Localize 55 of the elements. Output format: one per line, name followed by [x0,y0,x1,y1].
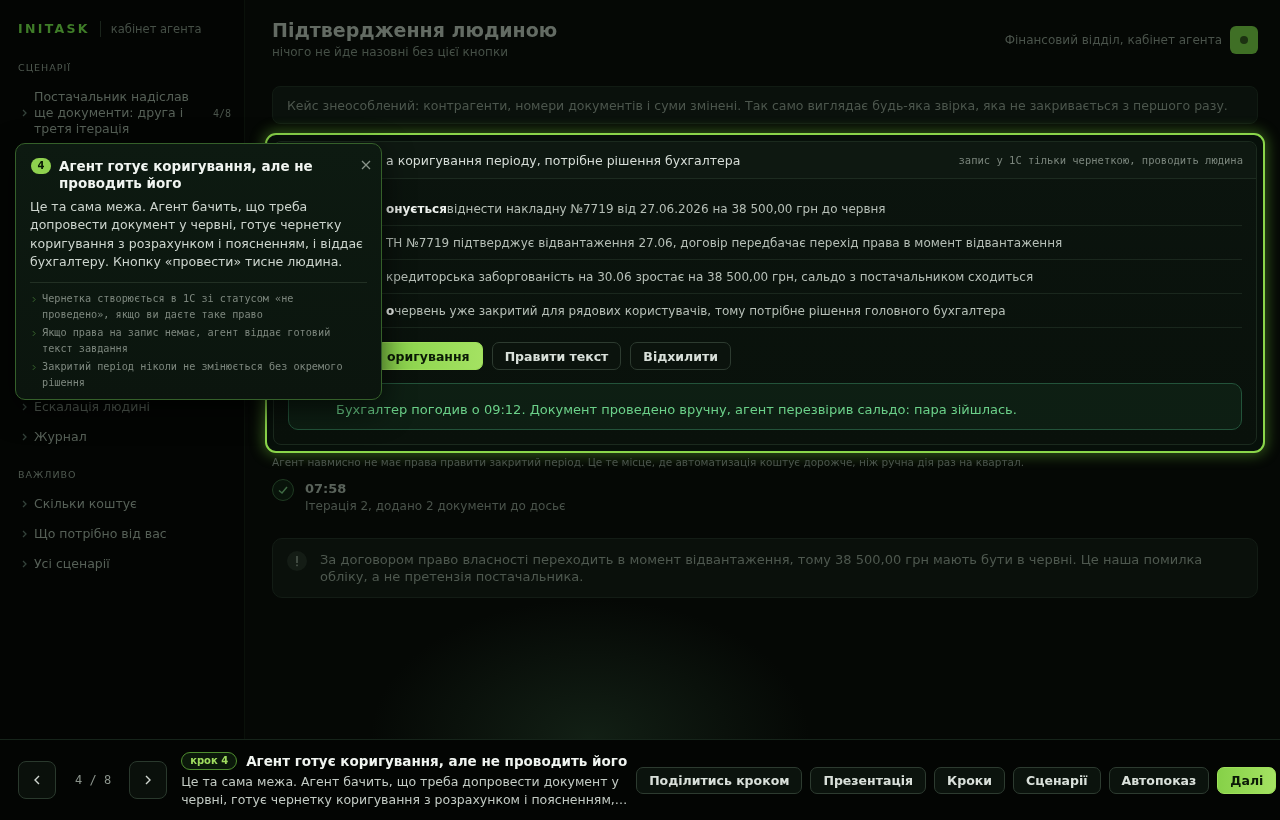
popup-point: Якщо права на запис немає, агент віддає готовий текст завдання [42,326,332,356]
tour-button[interactable]: Сценарії [1013,766,1101,794]
chevron-icon [32,364,36,372]
info-banner: Кейс знеособлений: контрагенти, номери документів і суми змінені. Так само виглядає будь-яка звірка, яка не закривається з першого разу. [272,86,1258,124]
logo: INITASK [18,20,90,38]
event-text: Ітерація 2, додано 2 документи до досьє [305,498,566,515]
result-message: Бухгалтер погодив о 09:12. Документ проведено вручну, агент перезвірив сальдо: пара зійшлась. [288,383,1242,430]
chevron-icon [22,530,27,538]
chevron-icon [22,560,27,568]
chevron-icon [22,500,27,508]
step-counter: 4 / 8 [75,773,112,787]
item-count: 4/8 [213,107,232,119]
popup-title: Агент готує коригування, але не проводить його [59,158,314,192]
step-badge: 4 [31,158,51,174]
popup-point: Чернетка створюється в 1С зі статусом «не проведено», якщо ви даєте таке право [42,292,295,322]
close-button[interactable] [361,160,372,171]
check-icon [272,479,294,501]
step-description: Це та сама межа. Агент бачить, що треба допровести документ у червні, готує чернетку коригування з розрахунком і поясненням,… [181,772,629,809]
account-label: Фінансовий відділ, кабінет агента [1004,33,1222,47]
tour-button[interactable]: Автопоказ [1108,766,1210,794]
row-text: кредиторська заборгованість на 30.06 зростає на 38 500,00 грн, сальдо з постачальником сходиться [386,269,1034,284]
chevron-icon [22,109,27,117]
event-time: 07:58 [305,481,348,497]
row-label: онується [386,201,447,216]
action-button[interactable]: Правити текст [491,342,622,370]
chevron-icon [22,433,27,441]
tour-button[interactable]: Далі [1217,766,1277,794]
chevron-left-icon [34,775,40,785]
card-title: а коригування періоду, потрібне рішення бухгалтера [386,152,741,168]
action-button[interactable]: Відхилити [630,342,731,370]
page-subtitle: нічого не йде назовні без цієї кнопки [272,44,509,60]
account-badge-icon[interactable] [1230,26,1258,54]
close-icon [361,160,371,170]
tour-button[interactable]: Кроки [934,766,1005,794]
page-title: Підтвердження людиною [272,18,558,42]
step-title: Агент готує коригування, але не проводить його [246,752,628,769]
chevron-icon [32,330,36,338]
caption-text: Агент навмисно не має права правити закритий період. Це те місце, де автоматизація коштує дорожче, ніж ручна дія раз на квартал. [272,455,1026,469]
tour-button[interactable]: Презентація [810,766,926,794]
row-text: червень уже закритий для рядових користувачів, тому потрібне рішення головного бухгалтера [394,303,1006,318]
step-badge: крок 4 [181,751,238,770]
chevron-icon [22,403,27,411]
chevron-icon [32,296,36,304]
card-note: запис у 1С тільки чернеткою, проводить людина [958,154,1243,166]
section-heading: ВАЖЛИВО [18,468,78,482]
logo-subtitle: кабінет агента [110,21,202,38]
chevron-right-icon [145,775,152,785]
row-text: віднести накладну №7719 від 27.06.2026 на 38 500,00 грн до червня [446,201,886,216]
row-text: ТН №7719 підтверджує відвантаження 27.06, договір передбачає перехід права в момент відвантаження [386,235,1063,250]
popup-text: Це та сама межа. Агент бачить, що треба допровести документ у червні, готує чернетку коригування з розрахунком і поясненням, і віддає бухгалтеру. Кнопку «провести» тисне людина. [30,198,364,271]
section-heading: СЦЕНАРІЇ [18,61,72,75]
exclamation-icon [287,551,307,571]
tour-button[interactable]: Поділитись кроком [636,766,803,794]
notice-text: За договором право власності переходить в момент відвантаження, тому 38 500,00 грн мають бути в червні. Це наша помилка обліку, а не претензія постачальника. [320,551,1204,585]
row-label: о [386,303,395,318]
